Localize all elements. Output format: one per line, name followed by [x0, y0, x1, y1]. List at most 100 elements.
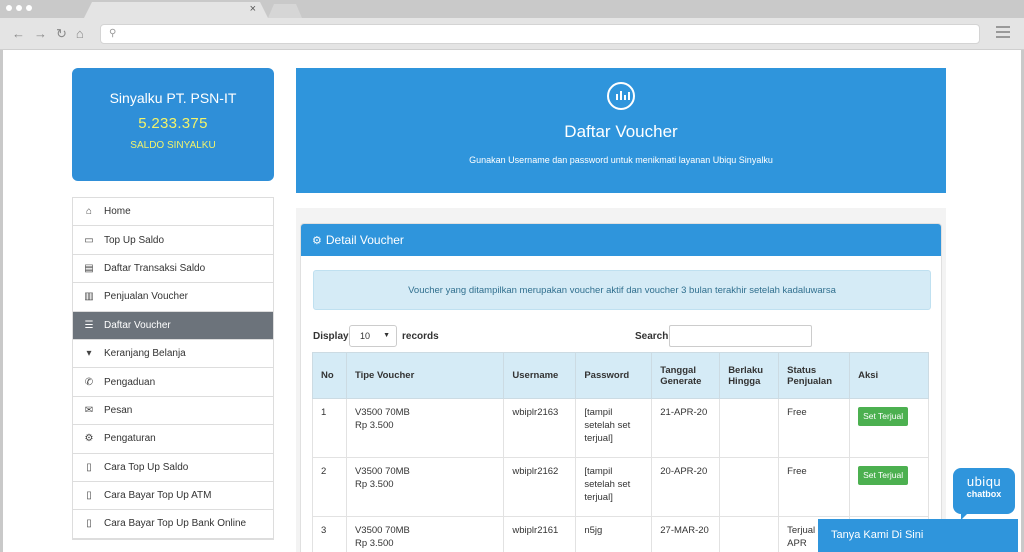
voucher-type: V3500 70MB: [354, 466, 410, 477]
cell-aksi: Set Terjual: [849, 398, 929, 458]
browser-menu-icon[interactable]: [996, 26, 1010, 38]
sidebar-item-cara-top-up-saldo[interactable]: ▯ Cara Top Up Saldo: [73, 453, 273, 482]
info-text: Voucher yang ditampilkan merupakan vouch…: [408, 284, 836, 296]
cell-berlaku-hingga: [719, 516, 780, 552]
sidebar-item-cara-bayar-top-up-atm[interactable]: ▯ Cara Bayar Top Up ATM: [73, 481, 273, 511]
forward-arrow-icon[interactable]: →: [34, 26, 47, 42]
sidebar-item-label: Daftar Transaksi Saldo: [104, 262, 206, 274]
sidebar-item-label: Cara Bayar Top Up Bank Online: [104, 518, 247, 530]
list-icon: ☰: [84, 319, 94, 331]
set-terjual-button[interactable]: Set Terjual: [858, 466, 909, 485]
sidebar-item-pengaturan[interactable]: ⚙ Pengaturan: [73, 425, 273, 454]
panel-header: ⚙ Detail Voucher: [301, 224, 941, 256]
column-header-no[interactable]: No: [312, 352, 347, 399]
sidebar-item-label: Pengaduan: [104, 376, 156, 388]
file-icon: ▯: [86, 490, 92, 502]
envelope-icon: ✉: [84, 404, 94, 416]
cell-password: n5jg: [575, 516, 653, 552]
file-icon: ▯: [86, 461, 92, 473]
file-icon: ▯: [86, 518, 92, 530]
ubiqu-chatbox-logo[interactable]: ubiqu chatbox: [953, 468, 1015, 520]
search-input[interactable]: [669, 325, 812, 347]
table-header-row: No Tipe Voucher Username Password Tangga…: [312, 352, 929, 399]
table-controls: Display 10 ▼ records Search:: [301, 325, 941, 355]
sidebar-item-keranjang-belanja[interactable]: ▾ Keranjang Belanja: [73, 339, 273, 369]
balance-amount: 5.233.375: [138, 115, 208, 132]
display-label: Display: [313, 331, 349, 342]
document-icon: ▤: [84, 262, 94, 274]
back-arrow-icon[interactable]: ←: [12, 26, 25, 42]
sidebar-item-label: Daftar Voucher: [104, 319, 171, 331]
set-terjual-button[interactable]: Set Terjual: [858, 407, 909, 426]
tab-close-icon[interactable]: ×: [250, 3, 256, 15]
home-icon[interactable]: ⌂: [76, 26, 84, 42]
sidebar-item-penjualan-voucher[interactable]: ▥ Penjualan Voucher: [73, 283, 273, 312]
reload-icon[interactable]: ↻: [56, 26, 67, 42]
browser-tab-bar: ×: [0, 0, 1024, 18]
chat-brand-bottom: chatbox: [966, 489, 1002, 499]
sidebar-item-cara-bayar-top-up-bank-online[interactable]: ▯ Cara Bayar Top Up Bank Online: [73, 510, 273, 539]
sidebar-item-label: Pesan: [104, 404, 133, 416]
cart-icon: ▾: [86, 348, 92, 360]
cell-tipe-voucher: V3500 70MB Rp 3.500: [345, 516, 505, 552]
window-controls[interactable]: [6, 5, 32, 11]
sidebar-item-label: Penjualan Voucher: [104, 291, 188, 303]
column-header-status-penjualan[interactable]: Status Penjualan: [778, 352, 851, 399]
search-label: Search:: [635, 331, 672, 342]
sidebar-item-label: Keranjang Belanja: [104, 348, 186, 360]
sidebar-item-pesan[interactable]: ✉ Pesan: [73, 396, 273, 426]
balance-label: SALDO SINYALKU: [130, 140, 216, 151]
new-tab-button[interactable]: [268, 4, 302, 18]
cell-username: wbiplr2161: [503, 516, 577, 552]
voucher-type: V3500 70MB: [354, 525, 410, 536]
column-header-password[interactable]: Password: [575, 352, 653, 399]
table-row: 2 V3500 70MB Rp 3.500 wbiplr2162 [tampil …: [312, 457, 929, 517]
records-value: 10: [360, 331, 371, 341]
records-label: records: [402, 331, 439, 342]
column-header-aksi[interactable]: Aksi: [849, 352, 929, 399]
credit-card-icon: ▭: [84, 234, 94, 246]
address-bar[interactable]: ⚲: [100, 24, 980, 44]
sidebar-item-label: Home: [104, 206, 131, 218]
column-header-tanggal-generate[interactable]: Tanggal Generate: [651, 352, 721, 399]
column-header-username[interactable]: Username: [503, 352, 577, 399]
records-per-page-select[interactable]: 10 ▼: [349, 325, 397, 347]
cell-berlaku-hingga: [719, 457, 780, 517]
cell-tipe-voucher: V3500 70MB Rp 3.500: [345, 398, 505, 458]
account-name: Sinyalku PT. PSN-IT: [109, 90, 237, 106]
cell-status: Free: [778, 398, 851, 458]
chat-brand-top: ubiqu: [966, 474, 1002, 489]
cell-username: wbiplr2163: [503, 398, 577, 458]
cell-no: 2: [312, 457, 347, 517]
cell-password: [tampil setelah set terjual]: [575, 398, 653, 458]
cell-aksi: Set Terjual: [849, 457, 929, 517]
page-subtitle: Gunakan Username dan password untuk meni…: [469, 155, 773, 165]
sidebar-item-daftar-voucher[interactable]: ☰ Daftar Voucher: [73, 311, 273, 340]
chat-open-bar[interactable]: Tanya Kami Di Sini: [818, 519, 1018, 552]
column-header-tipe-voucher[interactable]: Tipe Voucher: [345, 352, 505, 399]
column-header-berlaku-hingga[interactable]: Berlaku Hingga: [719, 352, 780, 399]
page-title: Daftar Voucher: [564, 122, 678, 141]
cell-no: 3: [312, 516, 347, 552]
cell-status: Free: [778, 457, 851, 517]
home-icon: ⌂: [85, 206, 93, 218]
bar-chart-icon: ▥: [84, 291, 94, 303]
sidebar-item-label: Cara Bayar Top Up ATM: [104, 490, 212, 502]
browser-tab[interactable]: ×: [84, 2, 268, 18]
cell-username: wbiplr2162: [503, 457, 577, 517]
sidebar-item-pengaduan[interactable]: ✆ Pengaduan: [73, 368, 273, 397]
chat-bar-label: Tanya Kami Di Sini: [831, 529, 924, 541]
cell-password: [tampil setelah set terjual]: [575, 457, 653, 517]
browser-toolbar: ← → ↻ ⌂ ⚲: [0, 18, 1024, 50]
sidebar-item-daftar-transaksi-saldo[interactable]: ▤ Daftar Transaksi Saldo: [73, 254, 273, 284]
caret-down-icon: ▼: [383, 332, 390, 339]
cell-berlaku-hingga: [719, 398, 780, 458]
gear-icon: ⚙: [312, 234, 322, 247]
cell-tanggal-generate: 27-MAR-20: [651, 516, 721, 552]
gear-icon: ⚙: [84, 433, 94, 445]
sidebar-item-home[interactable]: ⌂ Home: [73, 198, 273, 227]
sidebar-item-top-up-saldo[interactable]: ▭ Top Up Saldo: [73, 226, 273, 255]
sidebar-item-label: Pengaturan: [104, 433, 156, 445]
voucher-price: Rp 3.500: [354, 479, 394, 490]
cell-tanggal-generate: 21-APR-20: [651, 398, 721, 458]
